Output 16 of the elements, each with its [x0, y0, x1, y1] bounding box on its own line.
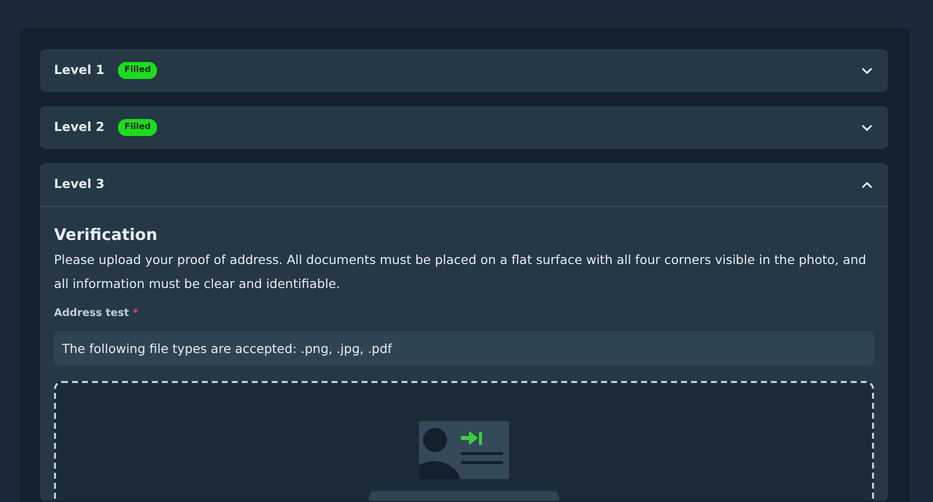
- section-heading: Verification: [54, 225, 158, 244]
- status-badge: Filled: [118, 62, 157, 79]
- input-field[interactable]: The following file types are accepted: .png, .jpg, .pdf: [54, 330, 874, 366]
- status-badge: Filled: [118, 119, 157, 136]
- upload-button[interactable]: [369, 490, 559, 501]
- level-title: Level 1: [54, 61, 104, 80]
- level-title: Level 3: [54, 175, 104, 194]
- id-card-icon: [419, 420, 509, 479]
- field-label: Address test: [54, 307, 130, 320]
- upload-dropzone[interactable]: [54, 380, 874, 501]
- description-text: Please upload your proof of address. All documents must be placed on a flat surface with all four corners visible in the photo, and all information must be clear and identifiable.: [54, 251, 868, 294]
- level-title: Level 2: [54, 118, 104, 136]
- required-mark: *: [132, 307, 138, 320]
- accordion-header[interactable]: Level 2 Filled: [40, 106, 888, 149]
- accordion-header[interactable]: Level 1 Filled: [40, 49, 888, 92]
- accordion-header[interactable]: Level 3: [40, 163, 888, 206]
